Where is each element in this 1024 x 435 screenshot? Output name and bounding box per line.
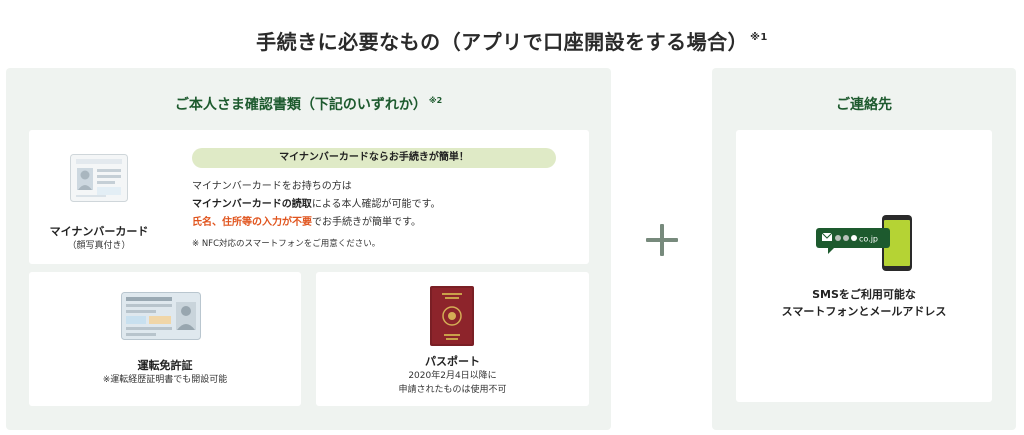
desc-line-2: マイナンバーカードの読取による本人確認が可能です。 [192,196,572,214]
plus-icon [640,218,684,262]
identity-panel-heading: ご本人さま確認書類（下記のいずれか） ※2 [6,94,611,114]
contact-panel: ご連絡先 co.jp SMSをご利用可能な スマートフォンとメールアドレス [712,68,1016,430]
page-title: 手続きに必要なもの（アプリで口座開設をする場合） ※1 [0,26,1024,55]
passport-icon [430,286,474,346]
passport-note-1: 2020年2月4日以降に [408,371,497,381]
drivers-license-name: 運転免許証 [137,359,193,372]
page-title-text: 手続きに必要なもの（アプリで口座開設をする場合） [256,30,749,54]
my-number-description: マイナンバーカードをお持ちの方は マイナンバーカードの読取による本人確認が可能で… [192,178,572,232]
title-note: ※1 [750,32,768,43]
svg-text:co.jp: co.jp [859,235,878,244]
desc-line-3: 氏名、住所等の入力が不要でお手続きが簡単です。 [192,214,572,232]
contact-panel-heading: ご連絡先 [836,97,892,113]
contact-line-2: スマートフォンとメールアドレス [781,305,947,318]
contact-card: co.jp SMSをご利用可能な スマートフォンとメールアドレス [736,130,992,402]
identity-heading-text: ご本人さま確認書類（下記のいずれか） [174,97,427,113]
easy-procedure-banner: マイナンバーカードならお手続きが簡単！ [192,148,556,168]
contact-line-1: SMSをご利用可能な [812,288,916,301]
contact-requirement-text: SMSをご利用可能な スマートフォンとメールアドレス [736,286,992,320]
desc-line-1: マイナンバーカードをお持ちの方は [192,181,352,192]
drivers-license-icon [121,292,201,340]
desc-line-2-rest: による本人確認が可能です。 [311,199,441,210]
drivers-license-option: 運転免許証 ※運転経歴証明書でも開設可能 [29,272,301,406]
identity-heading-note: ※2 [428,96,443,105]
identity-documents-panel: ご本人さま確認書類（下記のいずれか） ※2 マイナンバーカード （顔写真付き） マ… [6,68,611,430]
my-number-card-option: マイナンバーカード （顔写真付き） マイナンバーカードならお手続きが簡単！ マイ… [29,130,589,264]
desc-line-2-bold: マイナンバーカードの読取 [192,199,312,210]
desc-line-3-rest: でお手続きが簡単です。 [312,217,421,228]
smartphone-sms-icon: co.jp [816,215,912,271]
passport-note-2: 申請されたものは使用不可 [398,385,507,395]
desc-line-3-emphasis: 氏名、住所等の入力が不要 [192,217,312,228]
passport-option: パスポート 2020年2月4日以降に 申請されたものは使用不可 [316,272,589,406]
my-number-card-sub: （顔写真付き） [67,241,131,251]
my-number-card-icon [70,154,128,202]
passport-name: パスポート [425,355,480,368]
drivers-license-note: ※運転経歴証明書でも開設可能 [102,375,228,385]
nfc-note: ※ NFC対応のスマートフォンをご用意ください。 [192,239,381,249]
my-number-card-name: マイナンバーカード [49,225,149,238]
